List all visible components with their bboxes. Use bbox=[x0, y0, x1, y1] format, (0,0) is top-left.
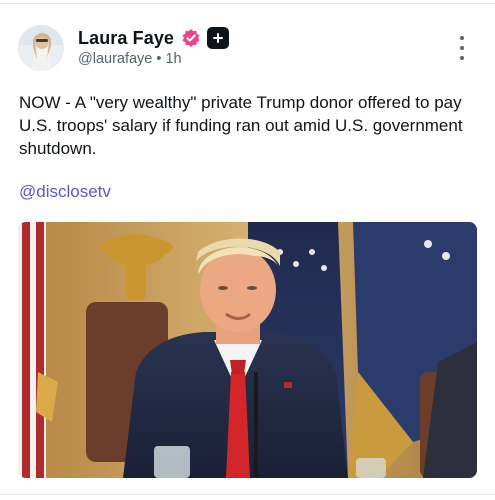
media-photo bbox=[18, 222, 477, 478]
top-divider bbox=[0, 3, 495, 4]
more-dot-icon bbox=[460, 56, 464, 60]
avatar[interactable] bbox=[18, 25, 64, 71]
more-dot-icon bbox=[460, 46, 464, 50]
post-media-image[interactable] bbox=[18, 222, 477, 478]
mention-link[interactable]: @disclosetv bbox=[19, 182, 111, 202]
post-card: Laura Faye @laurafaye • 1h NOW - A "very w… bbox=[0, 0, 495, 500]
more-dot-icon bbox=[460, 36, 464, 40]
author-handle[interactable]: @laurafaye bbox=[78, 51, 152, 67]
post-text: NOW - A "very wealthy" private Trump don… bbox=[19, 93, 463, 158]
bottom-divider bbox=[0, 494, 495, 495]
more-options-button[interactable] bbox=[455, 36, 469, 60]
author-display-name[interactable]: Laura Faye bbox=[78, 28, 174, 49]
verified-badge-icon bbox=[181, 28, 201, 48]
plus-badge-icon bbox=[207, 27, 230, 49]
post-timestamp[interactable]: 1h bbox=[165, 51, 181, 67]
author-handle-row: @laurafaye • 1h bbox=[78, 51, 182, 67]
author-name-row: Laura Faye bbox=[78, 26, 230, 50]
avatar-image bbox=[18, 25, 64, 71]
separator-dot: • bbox=[156, 51, 162, 67]
